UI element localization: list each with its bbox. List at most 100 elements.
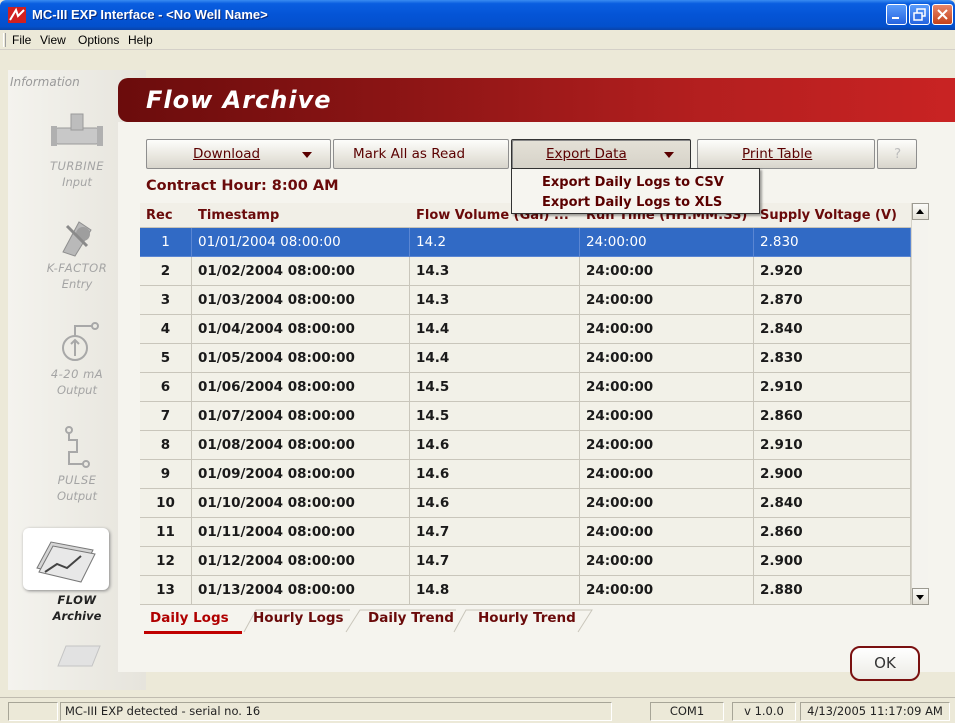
pulse-output-icon <box>65 426 90 468</box>
cell-timestamp: 01/07/2004 08:00:00 <box>192 402 410 431</box>
cell-flow-volume: 14.6 <box>410 460 580 489</box>
sidebar-section-label: Information <box>10 75 80 89</box>
status-message: MC-III EXP detected - serial no. 16 <box>60 702 612 721</box>
cell-run-time: 24:00:00 <box>580 344 754 373</box>
minimize-button[interactable] <box>886 4 907 25</box>
cell-flow-volume: 14.4 <box>410 344 580 373</box>
cell-run-time: 24:00:00 <box>580 402 754 431</box>
cell-run-time: 24:00:00 <box>580 460 754 489</box>
cell-rec: 4 <box>140 315 192 344</box>
table-row[interactable]: 4 01/04/2004 08:00:00 14.4 24:00:00 2.840 <box>140 315 911 344</box>
export-data-button[interactable]: Export Data <box>511 139 691 169</box>
table-row[interactable]: 11 01/11/2004 08:00:00 14.7 24:00:00 2.860 <box>140 518 911 547</box>
arrow-up-icon <box>916 209 924 214</box>
cell-rec: 12 <box>140 547 192 576</box>
close-button[interactable] <box>932 4 953 25</box>
cell-timestamp: 01/11/2004 08:00:00 <box>192 518 410 547</box>
cell-rec: 11 <box>140 518 192 547</box>
table-row[interactable]: 10 01/10/2004 08:00:00 14.6 24:00:00 2.840 <box>140 489 911 518</box>
cell-timestamp: 01/09/2004 08:00:00 <box>192 460 410 489</box>
tab-hourly-trend[interactable]: Hourly Trend <box>478 610 576 626</box>
cell-supply-voltage: 2.830 <box>754 228 911 257</box>
restore-button[interactable] <box>909 4 930 25</box>
cell-rec: 10 <box>140 489 192 518</box>
cell-rec: 8 <box>140 431 192 460</box>
column-header-timestamp[interactable]: Timestamp <box>198 208 398 223</box>
cell-flow-volume: 14.6 <box>410 431 580 460</box>
turbine-icon <box>51 113 103 146</box>
cell-supply-voltage: 2.910 <box>754 431 911 460</box>
table-row[interactable]: 13 01/13/2004 08:00:00 14.8 24:00:00 2.880 <box>140 576 911 605</box>
flow-archive-icon <box>36 541 96 583</box>
flow-archive-tile[interactable] <box>23 528 109 590</box>
table-row[interactable]: 12 01/12/2004 08:00:00 14.7 24:00:00 2.900 <box>140 547 911 576</box>
cell-timestamp: 01/10/2004 08:00:00 <box>192 489 410 518</box>
download-button[interactable]: Download <box>146 139 331 169</box>
table-row[interactable]: 7 01/07/2004 08:00:00 14.5 24:00:00 2.860 <box>140 402 911 431</box>
cell-timestamp: 01/04/2004 08:00:00 <box>192 315 410 344</box>
cell-flow-volume: 14.5 <box>410 373 580 402</box>
scroll-down-button[interactable] <box>912 588 929 605</box>
tab-hourly-logs[interactable]: Hourly Logs <box>253 610 344 626</box>
cell-run-time: 24:00:00 <box>580 489 754 518</box>
cell-timestamp: 01/12/2004 08:00:00 <box>192 547 410 576</box>
cell-run-time: 24:00:00 <box>580 315 754 344</box>
cell-run-time: 24:00:00 <box>580 373 754 402</box>
cell-timestamp: 01/08/2004 08:00:00 <box>192 431 410 460</box>
status-bar: MC-III EXP detected - serial no. 16 COM1… <box>0 697 955 723</box>
cell-run-time: 24:00:00 <box>580 518 754 547</box>
cell-rec: 6 <box>140 373 192 402</box>
status-panel-empty <box>8 702 58 721</box>
menu-options[interactable]: Options <box>78 33 119 47</box>
mark-all-read-button[interactable]: Mark All as Read <box>333 139 509 169</box>
cell-flow-volume: 14.5 <box>410 402 580 431</box>
menu-file[interactable]: File <box>12 33 31 47</box>
window-title: MC-III EXP Interface - <No Well Name> <box>32 7 268 22</box>
column-header-supply-voltage[interactable]: Supply Voltage (V) <box>760 208 910 223</box>
cell-supply-voltage: 2.860 <box>754 402 911 431</box>
menu-bar: File View Options Help <box>0 30 955 50</box>
cell-rec: 5 <box>140 344 192 373</box>
column-header-rec[interactable]: Rec <box>146 208 186 223</box>
help-label: ? <box>894 146 902 162</box>
export-xls-item[interactable]: Export Daily Logs to XLS <box>542 195 722 210</box>
cell-flow-volume: 14.7 <box>410 547 580 576</box>
table-row[interactable]: 2 01/02/2004 08:00:00 14.3 24:00:00 2.920 <box>140 257 911 286</box>
table-row[interactable]: 9 01/09/2004 08:00:00 14.6 24:00:00 2.900 <box>140 460 911 489</box>
cell-run-time: 24:00:00 <box>580 547 754 576</box>
table-row[interactable]: 6 01/06/2004 08:00:00 14.5 24:00:00 2.910 <box>140 373 911 402</box>
cell-rec: 13 <box>140 576 192 605</box>
menu-help[interactable]: Help <box>128 33 153 47</box>
cell-supply-voltage: 2.900 <box>754 460 911 489</box>
table-row[interactable]: 1 01/01/2004 08:00:00 14.2 24:00:00 2.830 <box>140 228 911 257</box>
cell-flow-volume: 14.3 <box>410 286 580 315</box>
print-table-button[interactable]: Print Table <box>697 139 875 169</box>
title-bar: MC-III EXP Interface - <No Well Name> <box>0 0 955 30</box>
cell-run-time: 24:00:00 <box>580 228 754 257</box>
cell-flow-volume: 14.8 <box>410 576 580 605</box>
menu-grip <box>3 33 6 47</box>
chevron-down-icon <box>302 152 312 158</box>
tab-daily-trend[interactable]: Daily Trend <box>368 610 454 626</box>
table-row[interactable]: 5 01/05/2004 08:00:00 14.4 24:00:00 2.830 <box>140 344 911 373</box>
cell-rec: 9 <box>140 460 192 489</box>
cell-supply-voltage: 2.830 <box>754 344 911 373</box>
table-scrollbar[interactable] <box>911 203 929 605</box>
active-tab-indicator <box>144 631 242 634</box>
cell-supply-voltage: 2.880 <box>754 576 911 605</box>
ok-button[interactable]: OK <box>850 646 920 681</box>
print-table-label: Print Table <box>742 146 813 162</box>
scroll-up-button[interactable] <box>912 203 929 220</box>
table-row[interactable]: 8 01/08/2004 08:00:00 14.6 24:00:00 2.910 <box>140 431 911 460</box>
cell-timestamp: 01/01/2004 08:00:00 <box>192 228 410 257</box>
cell-flow-volume: 14.4 <box>410 315 580 344</box>
cell-run-time: 24:00:00 <box>580 286 754 315</box>
export-csv-item[interactable]: Export Daily Logs to CSV <box>542 175 724 190</box>
tab-daily-logs[interactable]: Daily Logs <box>150 610 229 626</box>
menu-view[interactable]: View <box>40 33 66 47</box>
status-version: v 1.0.0 <box>732 702 796 721</box>
cell-timestamp: 01/03/2004 08:00:00 <box>192 286 410 315</box>
help-button[interactable]: ? <box>877 139 917 169</box>
close-icon <box>937 9 948 20</box>
table-row[interactable]: 3 01/03/2004 08:00:00 14.3 24:00:00 2.870 <box>140 286 911 315</box>
